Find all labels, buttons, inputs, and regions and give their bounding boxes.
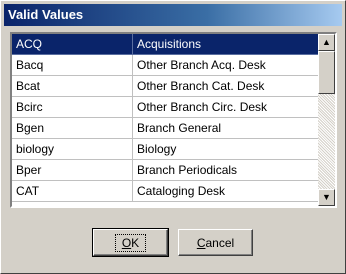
description-cell: Biology: [133, 139, 319, 160]
list-row[interactable]: Bacq Other Branch Acq. Desk: [12, 55, 319, 76]
list-row[interactable]: biology Biology: [12, 139, 319, 160]
code-cell: biology: [12, 139, 133, 160]
code-cell: Bcirc: [12, 97, 133, 118]
description-cell: Branch Periodicals: [133, 160, 319, 181]
valid-values-dialog: Valid Values ACQ Acquisitions Bacq Other Br…: [0, 0, 346, 274]
list-row[interactable]: ACQ Acquisitions: [12, 34, 319, 55]
scroll-down-button[interactable]: ▼: [318, 189, 335, 206]
description-cell: Other Branch Circ. Desk: [133, 97, 319, 118]
code-cell: CAT: [12, 181, 133, 202]
code-cell: Bgen: [12, 118, 133, 139]
description-cell: Branch General: [133, 118, 319, 139]
list-row[interactable]: Bgen Branch General: [12, 118, 319, 139]
scroll-up-button[interactable]: ▲: [318, 34, 335, 51]
list-row[interactable]: Bper Branch Periodicals: [12, 160, 319, 181]
code-cell: Bper: [12, 160, 133, 181]
valid-values-list[interactable]: ACQ Acquisitions Bacq Other Branch Acq. Des…: [10, 32, 337, 208]
title-bar[interactable]: Valid Values: [4, 4, 342, 26]
cancel-button[interactable]: Cancel: [178, 229, 253, 256]
list-row[interactable]: CAT Cataloging Desk: [12, 181, 319, 202]
list-row[interactable]: Bcat Other Branch Cat. Desk: [12, 76, 319, 97]
window-title: Valid Values: [8, 7, 84, 22]
vertical-scrollbar[interactable]: ▲ ▼: [318, 34, 335, 206]
arrow-up-icon: ▲: [322, 37, 331, 47]
cancel-button-label: Cancel: [196, 235, 235, 250]
description-cell: Other Branch Acq. Desk: [133, 55, 319, 76]
arrow-down-icon: ▼: [322, 192, 331, 202]
list-rows: ACQ Acquisitions Bacq Other Branch Acq. Des…: [12, 34, 319, 202]
code-cell: Bcat: [12, 76, 133, 97]
scroll-thumb[interactable]: [318, 51, 335, 94]
code-cell: ACQ: [12, 34, 133, 55]
description-cell: Cataloging Desk: [133, 181, 319, 202]
description-cell: Acquisitions: [133, 34, 319, 55]
code-cell: Bacq: [12, 55, 133, 76]
description-cell: Other Branch Cat. Desk: [133, 76, 319, 97]
list-row[interactable]: Bcirc Other Branch Circ. Desk: [12, 97, 319, 118]
ok-button-label: OK: [114, 233, 147, 252]
ok-button[interactable]: OK: [92, 228, 169, 257]
